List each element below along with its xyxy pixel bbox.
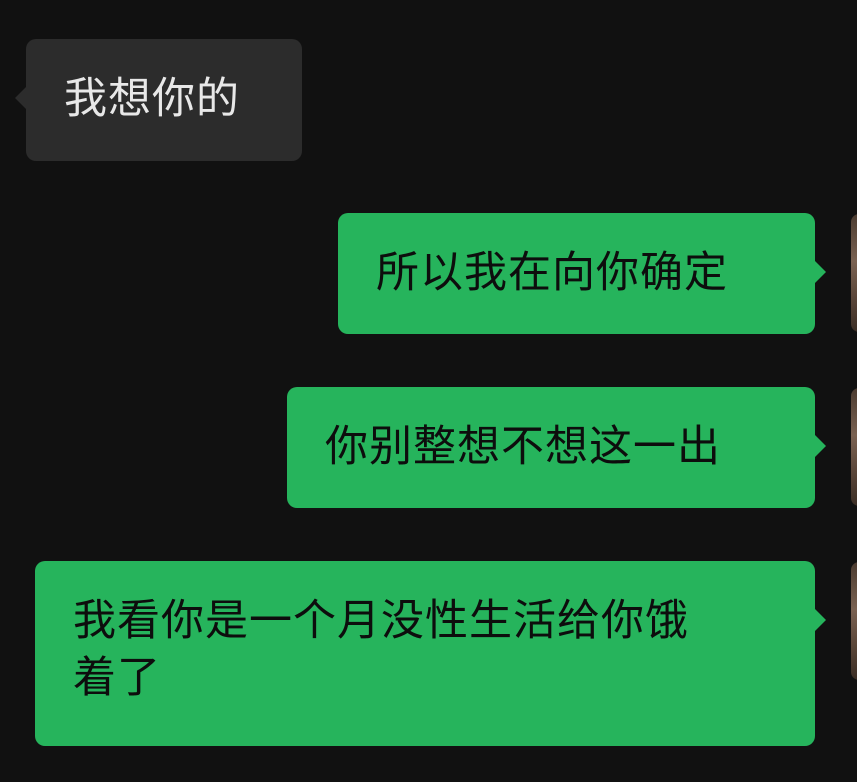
bubble-tail (815, 261, 826, 283)
bubble-tail (15, 87, 26, 109)
message-text: 你别整想不想这一出 (325, 422, 721, 472)
message-text: 我想你的 (64, 74, 240, 124)
user-avatar[interactable] (851, 388, 857, 506)
incoming-message-bubble[interactable]: 我想你的 (15, 39, 302, 161)
user-avatar[interactable] (851, 562, 857, 680)
message-text: 所以我在向你确定 (376, 248, 728, 298)
bubble-tail (815, 609, 826, 631)
message-text: 我看你是一个月没性生活给你饿 着了 (73, 596, 689, 703)
outgoing-message-bubble[interactable]: 你别整想不想这一出 (287, 387, 826, 508)
user-avatar[interactable] (851, 214, 857, 332)
outgoing-message-bubble[interactable]: 我看你是一个月没性生活给你饿 着了 (35, 561, 826, 746)
outgoing-message-bubble[interactable]: 所以我在向你确定 (338, 213, 826, 334)
chat-thread: 我想你的 所以我在向你确定 你别整想不想这一出 我看你是一个月没性生活给你饿 着… (0, 0, 857, 782)
bubble-tail (815, 435, 826, 457)
